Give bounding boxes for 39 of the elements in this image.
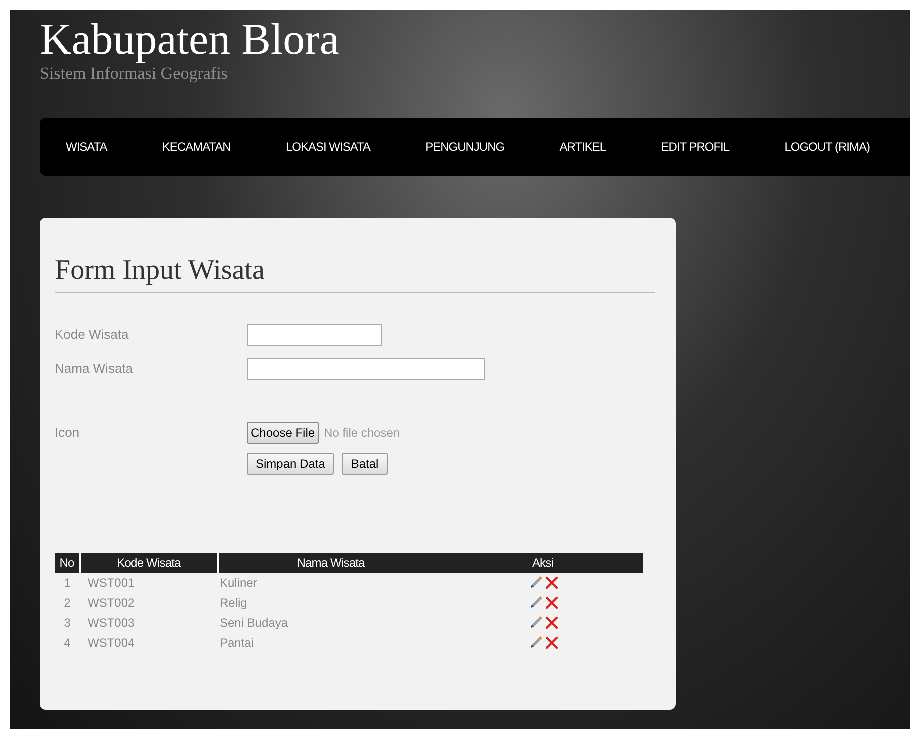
table-cell-text: WST003 <box>87 615 136 632</box>
table-cell: WST001 <box>80 573 218 593</box>
column-header: Aksi <box>443 553 643 573</box>
nav-link[interactable]: LOGOUT (RIMA) <box>784 138 870 156</box>
table-cell-text: Relig <box>219 595 248 612</box>
column-header: Kode Wisata <box>80 553 218 573</box>
site-title: Kabupaten Blora <box>40 16 340 64</box>
nav-link[interactable]: LOKASI WISATA <box>286 138 370 156</box>
nav-link[interactable]: PENGUNJUNG <box>426 138 505 156</box>
site-subtitle: Sistem Informasi Geografis <box>40 64 229 84</box>
file-status: No file chosen <box>324 425 400 442</box>
nav-link[interactable]: KECAMATAN <box>162 138 231 156</box>
nav-link[interactable]: ARTIKEL <box>560 138 606 156</box>
form-button[interactable]: Batal <box>342 453 388 475</box>
table-cell-text: 2 <box>63 595 72 612</box>
delete-icon[interactable] <box>544 576 558 590</box>
choose-file-button[interactable]: Choose File <box>247 422 320 444</box>
form-button[interactable]: Simpan Data <box>247 453 334 475</box>
column-header: Nama Wisata <box>218 553 443 573</box>
field-label: Icon <box>55 424 81 442</box>
table-cell-text: Seni Budaya <box>219 615 290 632</box>
delete-icon[interactable] <box>544 636 558 650</box>
text-field[interactable] <box>247 358 485 380</box>
table-cell-text: 3 <box>63 615 72 632</box>
table-cell: Kuliner <box>218 573 443 593</box>
column-header: No <box>55 553 80 573</box>
table-cell: 1 <box>55 573 80 593</box>
delete-icon[interactable] <box>544 596 558 610</box>
field-label: Kode Wisata <box>55 326 130 344</box>
text-field[interactable] <box>247 324 382 346</box>
delete-icon[interactable] <box>544 616 558 630</box>
table-cell-text: 4 <box>63 635 72 652</box>
field-label: Nama Wisata <box>55 360 134 378</box>
table-cell-text: Pantai <box>219 635 256 652</box>
nav-link[interactable]: EDIT PROFIL <box>661 138 730 156</box>
table-cell-text: WST002 <box>87 595 136 612</box>
table-cell-text: WST004 <box>87 635 136 652</box>
form-title: Form Input Wisata <box>55 254 655 293</box>
nav-link[interactable]: WISATA <box>66 138 108 156</box>
